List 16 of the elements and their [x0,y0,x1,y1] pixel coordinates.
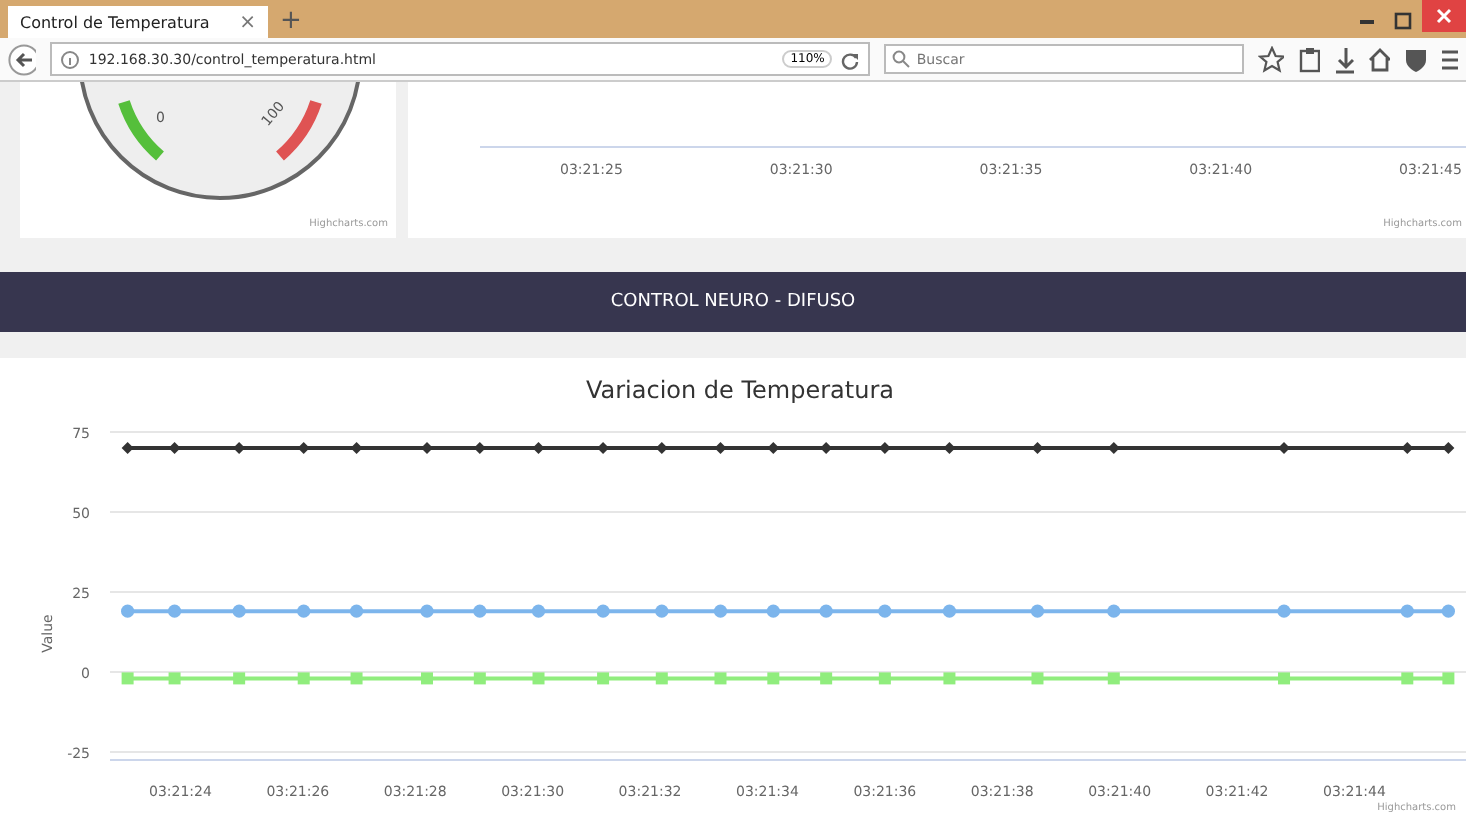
close-icon[interactable] [1422,0,1466,32]
menu-icon[interactable] [1439,45,1458,73]
chart-title: Variacion de Temperatura [586,376,894,404]
shield-icon[interactable] [1404,45,1426,73]
clipboard-icon[interactable] [1297,45,1320,73]
new-tab-button[interactable]: + [280,6,302,38]
back-icon[interactable] [8,43,37,75]
download-icon[interactable] [1333,45,1355,73]
banner-title: CONTROL NEURO - DIFUSO [610,292,856,312]
search-icon [892,50,911,68]
browser-tab[interactable]: Control de Temperatura × [8,6,268,38]
star-icon[interactable] [1258,45,1284,73]
info-icon[interactable] [60,49,81,69]
home-icon[interactable] [1368,45,1391,73]
reload-icon[interactable] [840,49,861,69]
close-tab-button[interactable]: × [239,11,256,33]
